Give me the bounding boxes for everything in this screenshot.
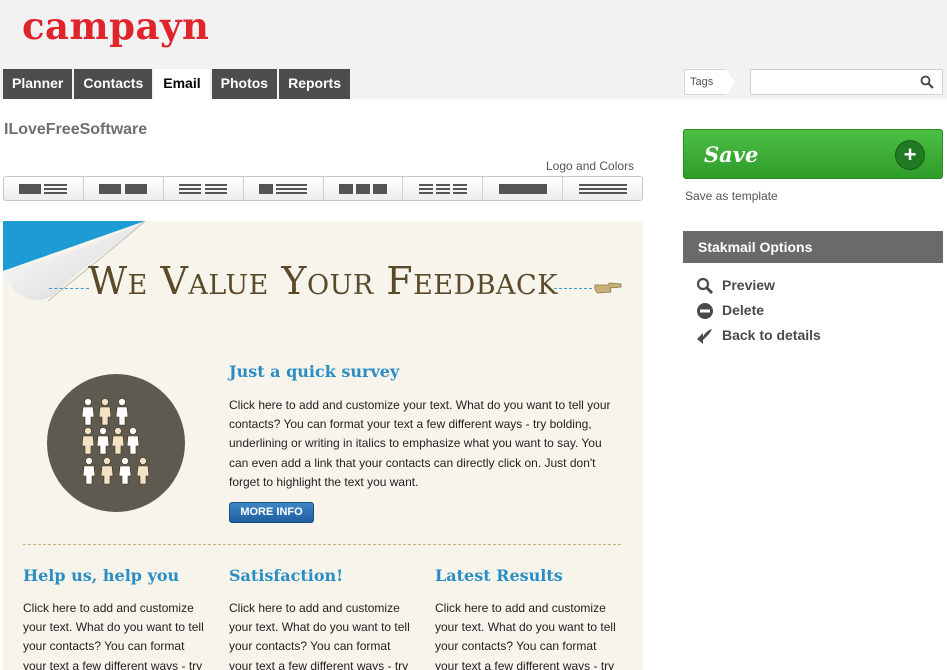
layout-option-6[interactable] [403,177,484,200]
stakmail-options-header: Stakmail Options [683,231,943,263]
column-text-satisfaction[interactable]: Click here to add and customize your tex… [229,599,414,670]
person-figure-icon [100,457,114,485]
layout-5-icon [338,183,387,194]
back-arrow-icon [697,329,712,344]
tab-reports[interactable]: Reports [279,69,350,99]
column-heading-help[interactable]: Help us, help you [23,566,179,585]
pointing-hand-icon [594,282,622,294]
layout-option-3[interactable] [164,177,244,200]
person-figure-icon [115,398,129,426]
person-figure-icon [81,427,95,455]
survey-text[interactable]: Click here to add and customize your tex… [229,396,619,492]
app-root: campayn Planner Contacts Email Photos Re… [0,0,947,670]
save-as-template-link[interactable]: Save as template [685,189,778,203]
main-tabs: Planner Contacts Email Photos Reports [3,69,352,99]
person-figure-icon [96,427,110,455]
layout-option-5[interactable] [324,177,404,200]
header: campayn Planner Contacts Email Photos Re… [0,0,947,99]
person-figure-icon [111,427,125,455]
layout-selector [3,176,643,201]
tab-photos[interactable]: Photos [211,69,278,99]
layout-option-1[interactable] [4,177,84,200]
magnifier-icon [696,277,714,295]
person-figure-icon [98,398,112,426]
layout-option-8[interactable] [563,177,642,200]
person-figure-icon [126,427,140,455]
logo-and-colors-link[interactable]: Logo and Colors [546,159,634,173]
layout-1-icon [19,183,68,194]
headline-dash-left [49,288,89,289]
people-group-icon [47,374,185,512]
person-figure-icon [81,398,95,426]
survey-heading[interactable]: Just a quick survey [229,362,399,381]
headline-dash-right [554,288,592,289]
save-button[interactable]: Save + [683,129,943,179]
section-divider [23,544,621,545]
layout-2-icon [99,183,148,194]
tags-search-input[interactable] [750,69,943,95]
layout-8-icon [578,183,627,194]
layout-option-4[interactable] [244,177,324,200]
layout-7-icon [498,183,547,194]
back-to-details-label: Back to details [722,327,821,343]
delete-label: Delete [722,302,765,318]
person-figure-icon [82,457,96,485]
layout-4-icon [259,183,308,194]
campaign-title: ILoveFreeSoftware [4,121,148,138]
layout-option-7[interactable] [483,177,564,200]
tab-planner[interactable]: Planner [3,69,73,99]
people-figures-icon [81,398,150,485]
person-figure-icon [118,457,132,485]
email-headline[interactable]: We Value Your Feedback [3,259,643,303]
email-canvas[interactable]: We Value Your Feedback Just a quick surv… [3,221,643,670]
preview-label: Preview [722,277,775,293]
plus-icon: + [895,140,925,170]
column-heading-satisfaction[interactable]: Satisfaction! [229,566,343,585]
layout-option-2[interactable] [84,177,164,200]
layout-6-icon [418,183,467,194]
tab-email[interactable]: Email [154,69,210,99]
more-info-button[interactable]: MORE INFO [229,502,314,523]
tags-label: Tags [684,69,735,95]
tab-contacts[interactable]: Contacts [74,69,153,99]
search-icon[interactable] [920,75,934,89]
layout-3-icon [179,183,228,194]
minus-circle-icon [697,303,713,319]
brand-logo[interactable]: campayn [22,4,209,48]
save-label: Save [704,142,759,167]
column-text-results[interactable]: Click here to add and customize your tex… [435,599,620,670]
column-text-help[interactable]: Click here to add and customize your tex… [23,599,208,670]
person-figure-icon [136,457,150,485]
column-heading-results[interactable]: Latest Results [435,566,563,585]
